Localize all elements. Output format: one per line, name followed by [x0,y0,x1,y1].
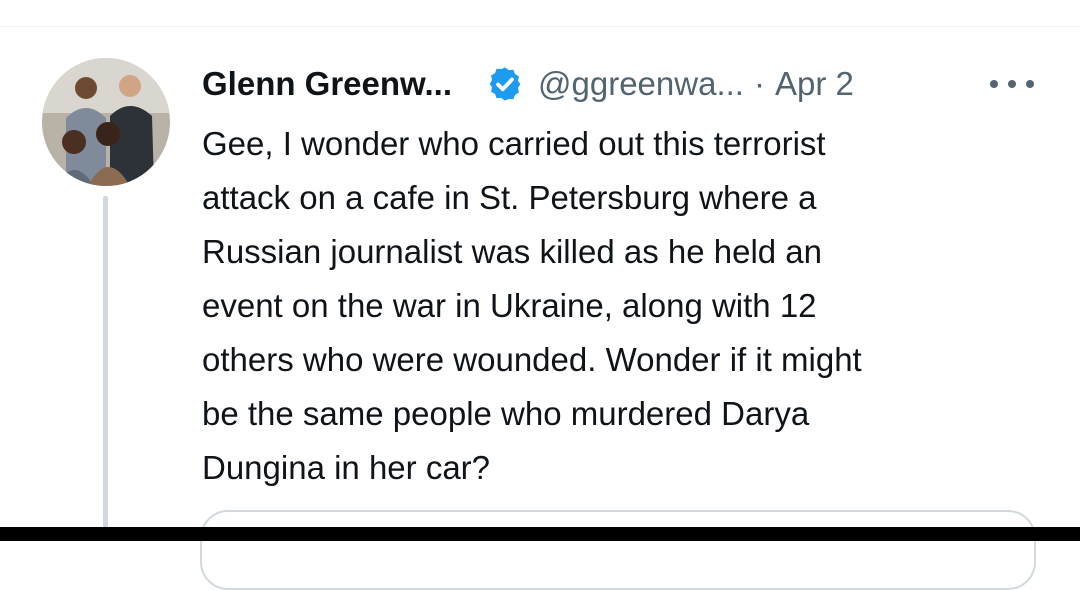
tweet-date[interactable]: Apr 2 [775,65,854,103]
verified-badge-icon [486,65,524,103]
tweet-text: Gee, I wonder who carried out this terro… [202,125,862,486]
tweet-header: Glenn Greenw... @ggreenwa... · Apr 2 [202,60,1062,108]
author-handle[interactable]: @ggreenwa... [538,65,744,103]
more-options-icon[interactable] [990,66,1034,102]
quoted-card[interactable] [200,510,1036,590]
separator-dot: · [753,65,765,102]
more-dot [1026,80,1034,88]
thread-connector-line [103,196,108,541]
bottom-bar [0,527,1080,541]
more-dot [1008,80,1016,88]
author-name[interactable]: Glenn Greenw... [202,65,452,103]
avatar-photo [42,58,170,186]
avatar[interactable] [42,58,170,186]
top-divider [0,26,1080,27]
more-dot [990,80,998,88]
